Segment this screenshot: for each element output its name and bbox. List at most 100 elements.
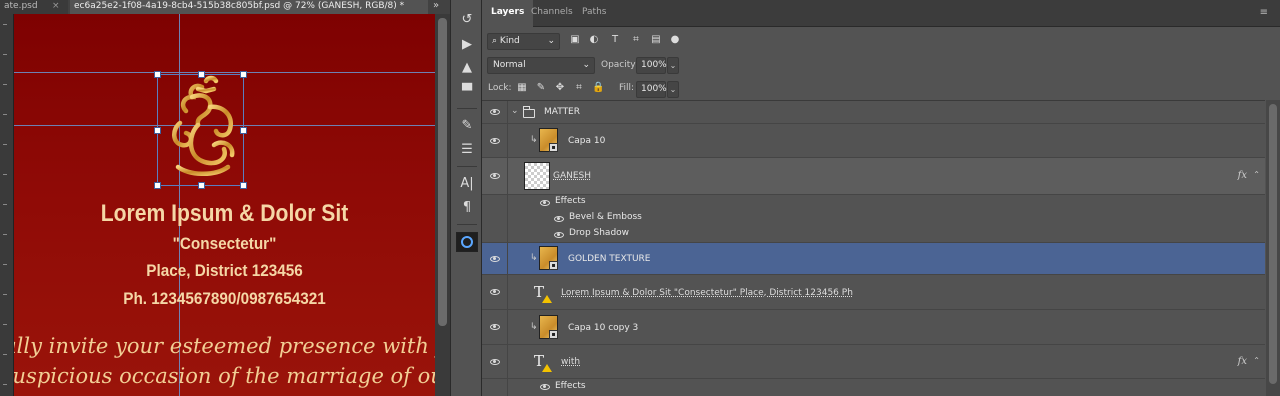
- history-icon[interactable]: ↺: [456, 10, 478, 30]
- adjustment-filter-icon[interactable]: ◐: [588, 34, 600, 46]
- effects-group: Effects: [482, 379, 1265, 396]
- brush-presets-icon[interactable]: ▲: [456, 58, 478, 78]
- lock-all-icon[interactable]: 🔒: [592, 82, 604, 94]
- effect-bevel-emboss[interactable]: Bevel & Emboss: [569, 212, 642, 222]
- layers-list: ⌄ MATTER ↳ ▪ Capa 10 GANESH fx ⌃ Effects…: [482, 100, 1265, 396]
- close-icon[interactable]: ×: [52, 0, 60, 13]
- blend-mode-label: Normal: [493, 60, 526, 70]
- smart-object-icon: ▪: [549, 330, 558, 339]
- layer-name: Capa 10: [568, 136, 606, 146]
- fx-icon[interactable]: fx: [1238, 170, 1247, 181]
- visibility-toggle[interactable]: [482, 310, 508, 344]
- lock-paint-icon[interactable]: ✎: [535, 82, 547, 94]
- fill-field[interactable]: 100%: [636, 81, 667, 98]
- canvas-scrollbar[interactable]: [435, 14, 450, 396]
- lock-transparent-icon[interactable]: ▦: [516, 82, 528, 94]
- circle-panel-icon[interactable]: [456, 232, 478, 252]
- brush-settings-icon[interactable]: ✎: [456, 116, 478, 136]
- eye-icon[interactable]: [554, 216, 564, 222]
- eye-icon: [490, 359, 500, 365]
- document-tab-label: ec6a25e2-1f08-4a19-8cb4-515b38c805bf.psd…: [74, 1, 405, 11]
- tabs-overflow-icon[interactable]: »: [433, 0, 439, 12]
- comment-icon[interactable]: ▀: [456, 82, 478, 102]
- transform-handle[interactable]: [240, 182, 247, 189]
- transform-handle[interactable]: [240, 127, 247, 134]
- effect-drop-shadow[interactable]: Drop Shadow: [569, 228, 629, 238]
- visibility-toggle[interactable]: [482, 158, 508, 194]
- blend-mode-select[interactable]: Normal ⌄: [487, 57, 595, 74]
- filter-toggle-icon[interactable]: ●: [669, 34, 681, 46]
- vertical-ruler: [0, 14, 14, 396]
- layer-row-matter[interactable]: ⌄ MATTER: [482, 101, 1265, 124]
- document-tab-active[interactable]: ec6a25e2-1f08-4a19-8cb4-515b38c805bf.psd…: [70, 0, 428, 14]
- layer-row-with-text[interactable]: T with fx ⌃: [482, 345, 1265, 379]
- layer-row-golden-texture[interactable]: ↳ ▪ GOLDEN TEXTURE: [482, 243, 1265, 275]
- paragraph-icon[interactable]: ¶: [456, 198, 478, 218]
- layer-row-lorem-text[interactable]: T Lorem Ipsum & Dolor Sit "Consectetur" …: [482, 275, 1265, 310]
- layers-scrollbar[interactable]: [1266, 100, 1280, 396]
- filter-kind-select[interactable]: ⌕ Kind ⌄: [487, 33, 560, 50]
- eye-icon[interactable]: [554, 232, 564, 238]
- transform-handle[interactable]: [240, 71, 247, 78]
- smart-object-filter-icon[interactable]: ▤: [650, 34, 662, 46]
- visibility-toggle[interactable]: [482, 243, 508, 274]
- visibility-toggle[interactable]: [482, 124, 508, 157]
- invite-title: Lorem Ipsum & Dolor Sit: [100, 200, 349, 227]
- effects-group: Effects Bevel & Emboss Drop Shadow: [482, 195, 1265, 243]
- document-tab-template[interactable]: ate.psd ×: [0, 0, 68, 14]
- guide-horizontal[interactable]: [14, 72, 435, 73]
- scrollbar-thumb[interactable]: [1269, 104, 1277, 384]
- transform-handle[interactable]: [154, 127, 161, 134]
- chevron-down-icon[interactable]: ⌄: [511, 106, 519, 116]
- eye-icon[interactable]: [540, 384, 550, 390]
- artboard[interactable]: Lorem Ipsum & Dolor Sit "Consectetur" Pl…: [14, 14, 435, 396]
- transform-handle[interactable]: [154, 182, 161, 189]
- panel-menu-icon[interactable]: ≡: [1260, 7, 1268, 18]
- effects-label: Effects: [555, 381, 586, 391]
- chevron-up-icon[interactable]: ⌃: [1253, 356, 1260, 365]
- lock-row: Lock: ▦ ✎ ✥ ⌗ 🔒 Fill: 100% ⌄: [482, 79, 1280, 99]
- clipping-arrow-icon: ↳: [530, 253, 538, 263]
- fill-label: Fill:: [619, 83, 635, 93]
- transform-handle[interactable]: [198, 182, 205, 189]
- layer-thumbnail: ▪: [539, 128, 558, 152]
- play-icon[interactable]: ▶: [456, 35, 478, 55]
- chevron-down-icon[interactable]: ⌄: [667, 57, 679, 74]
- visibility-toggle[interactable]: [482, 345, 508, 378]
- smart-object-icon: ▪: [549, 261, 558, 270]
- layer-row-capa-10[interactable]: ↳ ▪ Capa 10: [482, 124, 1265, 158]
- visibility-toggle[interactable]: [482, 101, 508, 123]
- pixel-filter-icon[interactable]: ▣: [569, 34, 581, 46]
- shape-filter-icon[interactable]: ⌗: [630, 34, 642, 46]
- transform-handle[interactable]: [154, 71, 161, 78]
- eye-icon: [490, 256, 500, 262]
- invite-script-line: dially invite your esteemed presence wit…: [14, 334, 435, 358]
- adjustments-icon[interactable]: ☰: [456, 140, 478, 160]
- opacity-field[interactable]: 100%: [636, 57, 667, 74]
- layer-row-ganesh[interactable]: GANESH fx ⌃: [482, 158, 1265, 195]
- effects-label: Effects: [555, 196, 586, 206]
- ganesh-transform-box[interactable]: [154, 71, 247, 189]
- lock-artboard-icon[interactable]: ⌗: [573, 82, 585, 94]
- invite-place: Place, District 123456: [146, 261, 303, 280]
- layer-row-capa-10-copy-3[interactable]: ↳ ▪ Capa 10 copy 3: [482, 310, 1265, 345]
- ganesh-artwork: [172, 75, 235, 176]
- warning-icon: [542, 364, 552, 372]
- visibility-toggle[interactable]: [482, 275, 508, 309]
- tab-paths[interactable]: Paths: [573, 0, 615, 27]
- character-icon[interactable]: A|: [456, 174, 478, 194]
- document-canvas-area: ate.psd × ec6a25e2-1f08-4a19-8cb4-515b38…: [0, 0, 450, 396]
- lock-label: Lock:: [488, 83, 512, 93]
- chevron-up-icon[interactable]: ⌃: [1253, 170, 1260, 179]
- transform-handle[interactable]: [198, 71, 205, 78]
- chevron-down-icon[interactable]: ⌄: [667, 81, 679, 98]
- type-filter-icon[interactable]: T: [609, 34, 621, 46]
- scrollbar-thumb[interactable]: [438, 18, 447, 326]
- fx-icon[interactable]: fx: [1238, 356, 1247, 367]
- eye-icon[interactable]: [540, 200, 550, 206]
- folder-icon: [523, 106, 535, 118]
- smart-object-icon: ▪: [549, 143, 558, 152]
- layer-name: Capa 10 copy 3: [568, 323, 639, 333]
- lock-position-icon[interactable]: ✥: [554, 82, 566, 94]
- layer-filter-row: ⌕ Kind ⌄ ▣ ◐ T ⌗ ▤ ●: [482, 31, 1280, 53]
